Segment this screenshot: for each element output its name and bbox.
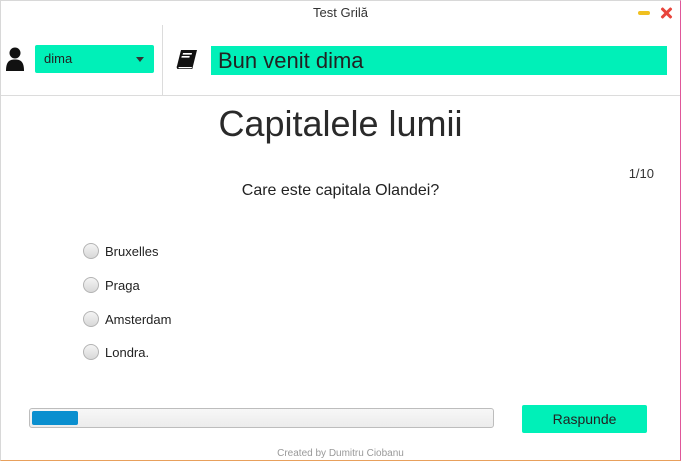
option-label: Amsterdam xyxy=(105,311,172,327)
welcome-field: Bun venit dima xyxy=(211,46,667,75)
header: dima Bun venit dima xyxy=(1,25,680,96)
progress-bar xyxy=(29,408,494,428)
minimize-button[interactable] xyxy=(638,11,650,15)
title-bar[interactable]: Test Grilă xyxy=(1,1,680,25)
app-window: Test Grilă dima Bun venit dima Capitalel… xyxy=(0,0,681,461)
footer-credit: Created by Dumitru Ciobanu xyxy=(277,448,404,459)
radio-button[interactable] xyxy=(83,311,99,327)
radio-button[interactable] xyxy=(83,243,99,259)
user-icon xyxy=(6,47,24,71)
option-label: Praga xyxy=(105,277,140,293)
user-select[interactable]: dima xyxy=(35,45,154,73)
option-amsterdam[interactable]: Amsterdam xyxy=(83,309,171,329)
window-title: Test Grilă xyxy=(313,5,368,20)
close-button[interactable] xyxy=(660,7,672,19)
radio-button[interactable] xyxy=(83,277,99,293)
option-praga[interactable]: Praga xyxy=(83,275,140,295)
option-label: Londra. xyxy=(105,344,150,360)
window-controls xyxy=(638,5,672,21)
header-divider xyxy=(162,25,163,95)
answer-button[interactable]: Raspunde xyxy=(522,405,647,433)
page-title: Capitalele lumii xyxy=(218,103,463,144)
question-counter: 1/10 xyxy=(628,166,654,181)
progress-fill xyxy=(32,411,78,425)
option-label: Bruxelles xyxy=(105,243,159,259)
radio-button[interactable] xyxy=(83,344,99,360)
option-bruxelles[interactable]: Bruxelles xyxy=(83,241,158,261)
question-text: Care este capitala Olandei? xyxy=(241,182,440,199)
chevron-down-icon xyxy=(136,57,144,62)
option-londra[interactable]: Londra. xyxy=(83,342,149,362)
user-select-value: dima xyxy=(44,51,73,66)
book-icon xyxy=(176,50,197,69)
